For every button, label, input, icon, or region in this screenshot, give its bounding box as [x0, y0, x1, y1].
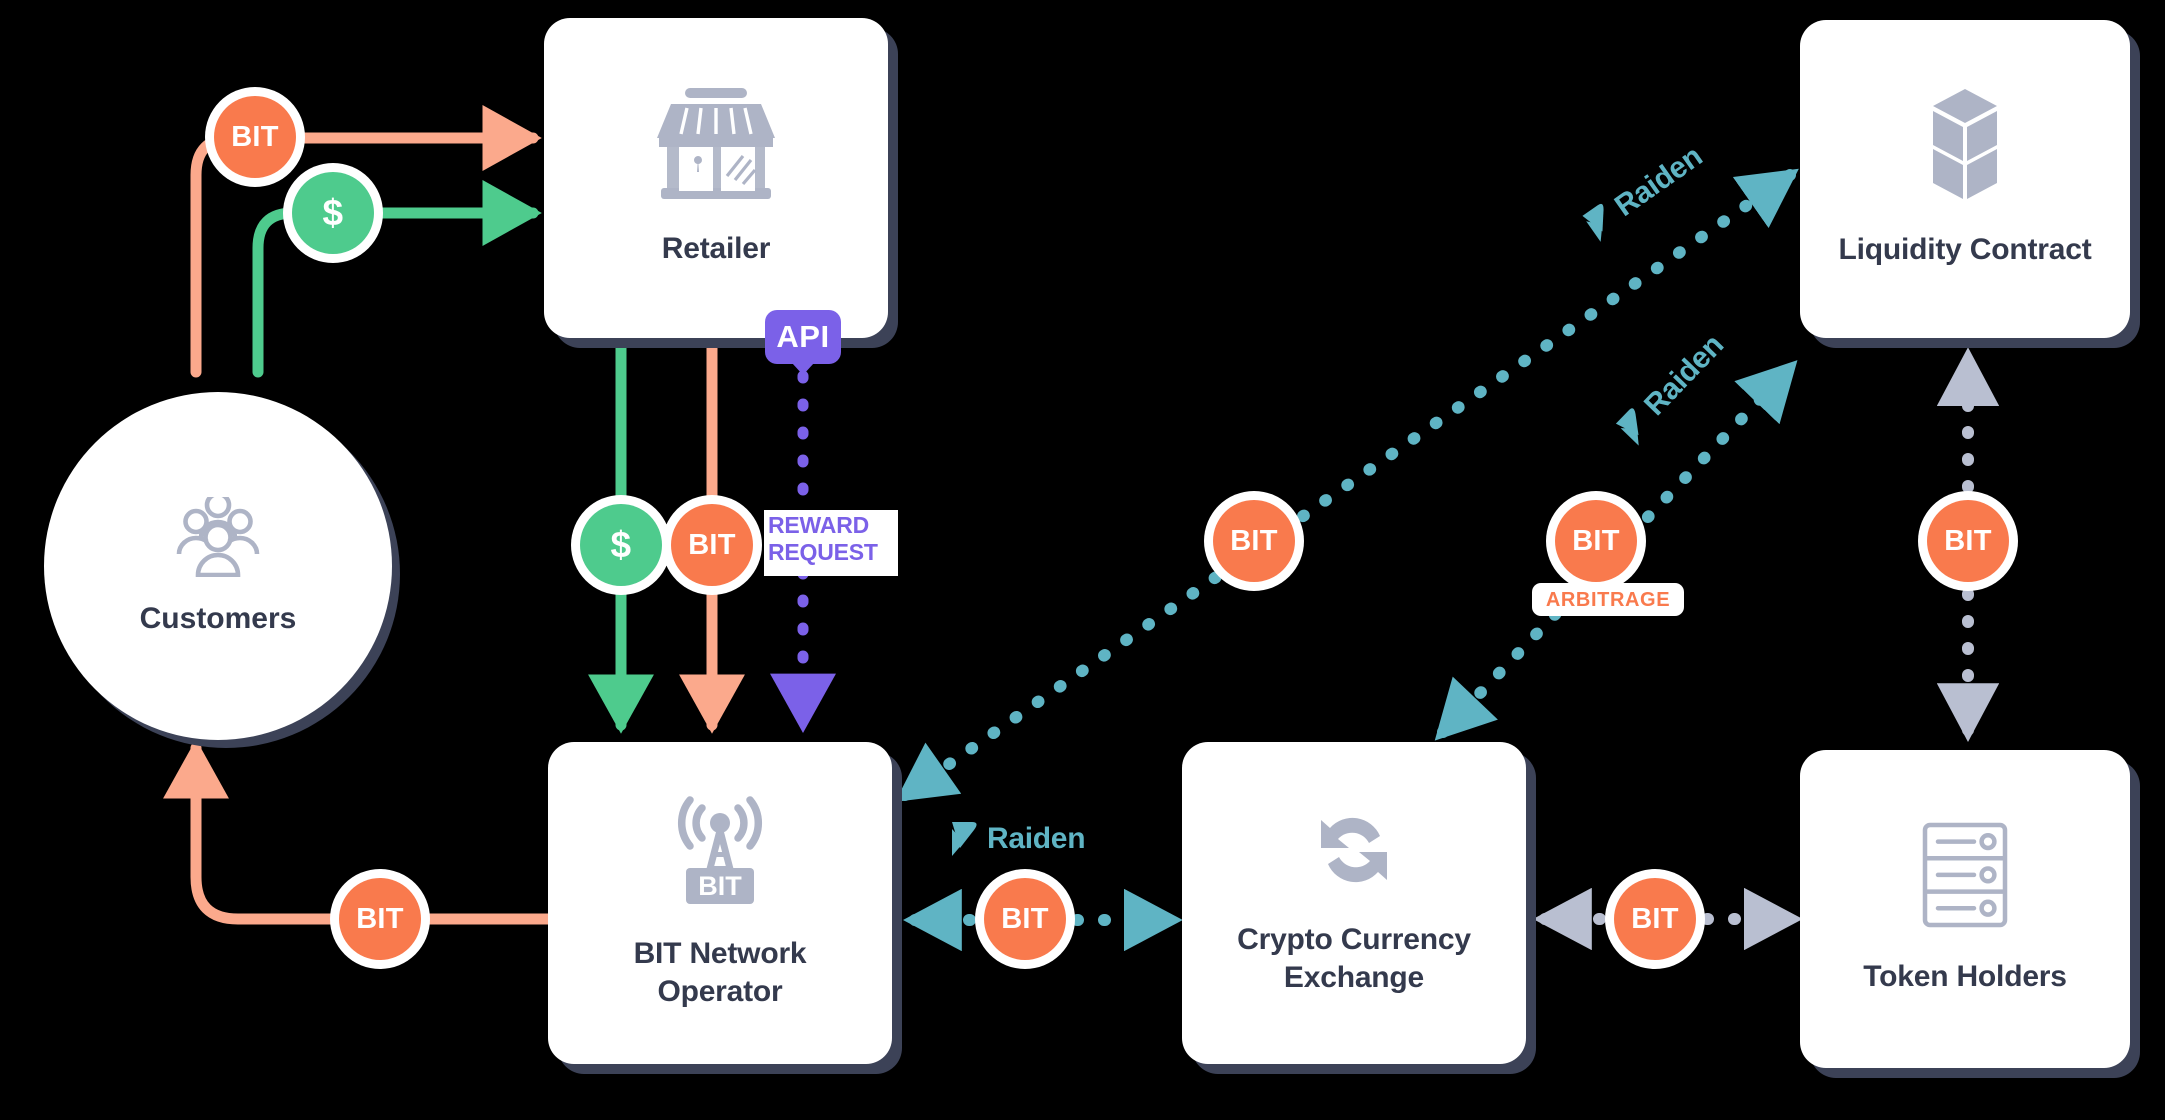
token-usd-retailer-operator[interactable]: $	[580, 504, 662, 586]
token-bit-operator-exchange[interactable]: BIT	[984, 878, 1066, 960]
server-rack-icon	[1922, 822, 2008, 933]
node-bit-network-operator-label: BIT Network Operator	[633, 937, 807, 1008]
storefront-icon	[657, 88, 775, 205]
bancor-blocks-icon	[1927, 89, 2003, 206]
node-crypto-currency-exchange-label: Crypto Currency Exchange	[1237, 923, 1471, 994]
exchange-arrows-icon	[1310, 810, 1398, 895]
node-retailer[interactable]: Retailer	[544, 18, 888, 338]
label-raiden-operator-exchange: Raiden	[950, 820, 1086, 858]
node-crypto-currency-exchange[interactable]: Crypto Currency Exchange	[1182, 742, 1526, 1064]
token-usd-customers-retailer[interactable]: $	[292, 172, 374, 254]
diagram-canvas: Customers Retailer BIT BIT Network Opera…	[0, 0, 2165, 1120]
node-retailer-label: Retailer	[661, 232, 771, 266]
badge-api[interactable]: API	[765, 310, 841, 364]
broadcast-tower-bit-icon: BIT	[672, 796, 768, 909]
node-token-holders[interactable]: Token Holders	[1800, 750, 2130, 1068]
users-icon	[170, 491, 266, 582]
node-bit-network-operator[interactable]: BIT BIT Network Operator	[548, 742, 892, 1064]
svg-text:BIT: BIT	[698, 871, 742, 901]
node-liquidity-contract-label: Liquidity Contract	[1838, 233, 2092, 267]
token-bit-customers-retailer[interactable]: BIT	[214, 96, 296, 178]
token-bit-exchange-liquidity[interactable]: BIT	[1555, 500, 1637, 582]
edge-operator-liquidity-bit	[895, 168, 1799, 802]
node-token-holders-label: Token Holders	[1863, 960, 2067, 994]
badge-reward-request: REWARD REQUEST	[764, 510, 898, 576]
node-customers[interactable]: Customers	[44, 392, 392, 740]
token-bit-operator-customers[interactable]: BIT	[339, 878, 421, 960]
raiden-text: Raiden	[987, 822, 1086, 855]
node-customers-label: Customers	[139, 601, 297, 635]
badge-arbitrage: ARBITRAGE	[1532, 583, 1684, 616]
raiden-logo-icon	[952, 822, 977, 856]
token-bit-exchange-holders[interactable]: BIT	[1614, 878, 1696, 960]
token-bit-holders-liquidity[interactable]: BIT	[1927, 500, 2009, 582]
token-bit-retailer-operator[interactable]: BIT	[671, 504, 753, 586]
token-bit-operator-liquidity[interactable]: BIT	[1213, 500, 1295, 582]
node-liquidity-contract[interactable]: Liquidity Contract	[1800, 20, 2130, 338]
